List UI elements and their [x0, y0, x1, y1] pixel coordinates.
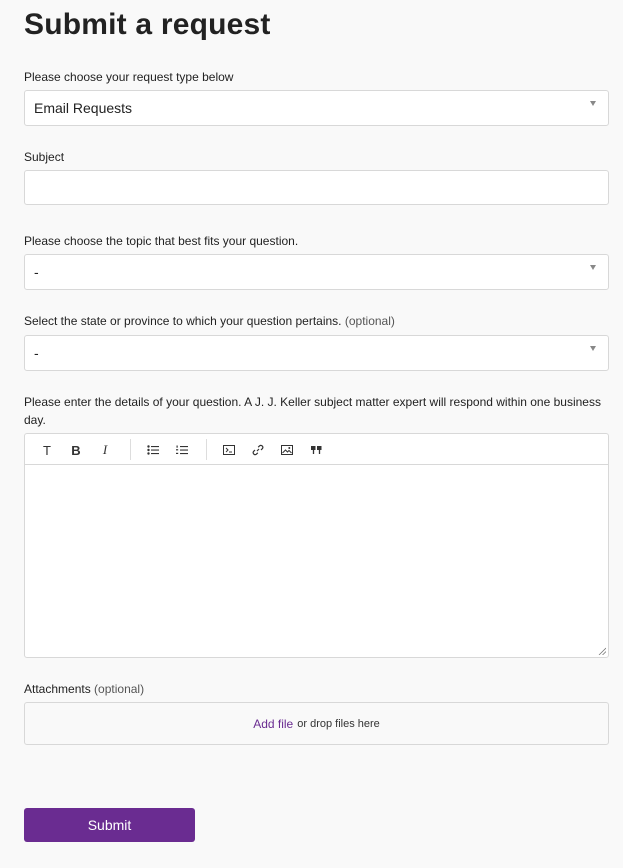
- attachments-dropzone[interactable]: Add file or drop files here: [24, 702, 609, 745]
- bullet-list-icon: [147, 445, 159, 455]
- drop-files-text: or drop files here: [297, 717, 380, 730]
- italic-button[interactable]: I: [94, 439, 116, 461]
- numbered-list-button[interactable]: [171, 439, 193, 461]
- link-icon: [252, 444, 264, 456]
- details-label: Please enter the details of your questio…: [24, 395, 601, 427]
- attachments-optional: (optional): [94, 682, 145, 696]
- request-type-value: Email Requests: [34, 100, 133, 116]
- dropdown-arrow-icon: [590, 346, 596, 351]
- submit-button[interactable]: Submit: [24, 808, 195, 842]
- quote-icon: [310, 445, 321, 454]
- code-block-icon: [223, 445, 235, 455]
- subject-label: Subject: [24, 150, 65, 164]
- editor-toolbar: T B I: [25, 434, 608, 465]
- image-button[interactable]: [276, 439, 298, 461]
- bullet-list-button[interactable]: [142, 439, 164, 461]
- request-type-select[interactable]: Email Requests: [24, 90, 609, 126]
- quote-button[interactable]: [305, 439, 327, 461]
- code-block-button[interactable]: [218, 439, 240, 461]
- bold-icon: B: [71, 442, 81, 458]
- topic-label: Please choose the topic that best fits y…: [24, 234, 299, 248]
- attachments-label: Attachments (optional): [24, 680, 144, 698]
- topic-value: -: [34, 264, 39, 280]
- state-optional: (optional): [344, 314, 395, 328]
- toolbar-divider: [206, 439, 207, 460]
- bold-button[interactable]: B: [65, 439, 87, 461]
- resize-handle-icon[interactable]: [598, 647, 606, 655]
- topic-select[interactable]: -: [24, 254, 609, 290]
- details-editor[interactable]: T B I: [24, 433, 609, 658]
- state-label-text: Select the state or province to which yo…: [24, 314, 342, 328]
- dropdown-arrow-icon: [590, 101, 596, 106]
- state-select[interactable]: -: [24, 335, 609, 371]
- subject-input[interactable]: [24, 170, 609, 205]
- dropdown-arrow-icon: [590, 265, 596, 270]
- add-file-link[interactable]: Add file: [253, 717, 293, 731]
- image-icon: [281, 445, 293, 455]
- italic-icon: I: [102, 442, 108, 457]
- attachments-label-text: Attachments: [24, 682, 91, 696]
- link-button[interactable]: [247, 439, 269, 461]
- page-title: Submit a request: [24, 8, 271, 41]
- state-value: -: [34, 345, 39, 361]
- text-format-icon: T: [43, 442, 51, 458]
- text-format-button[interactable]: T: [36, 439, 58, 461]
- numbered-list-icon: [176, 445, 188, 455]
- state-label: Select the state or province to which yo…: [24, 312, 395, 330]
- toolbar-divider: [130, 439, 131, 460]
- request-type-label: Please choose your request type below: [24, 70, 234, 84]
